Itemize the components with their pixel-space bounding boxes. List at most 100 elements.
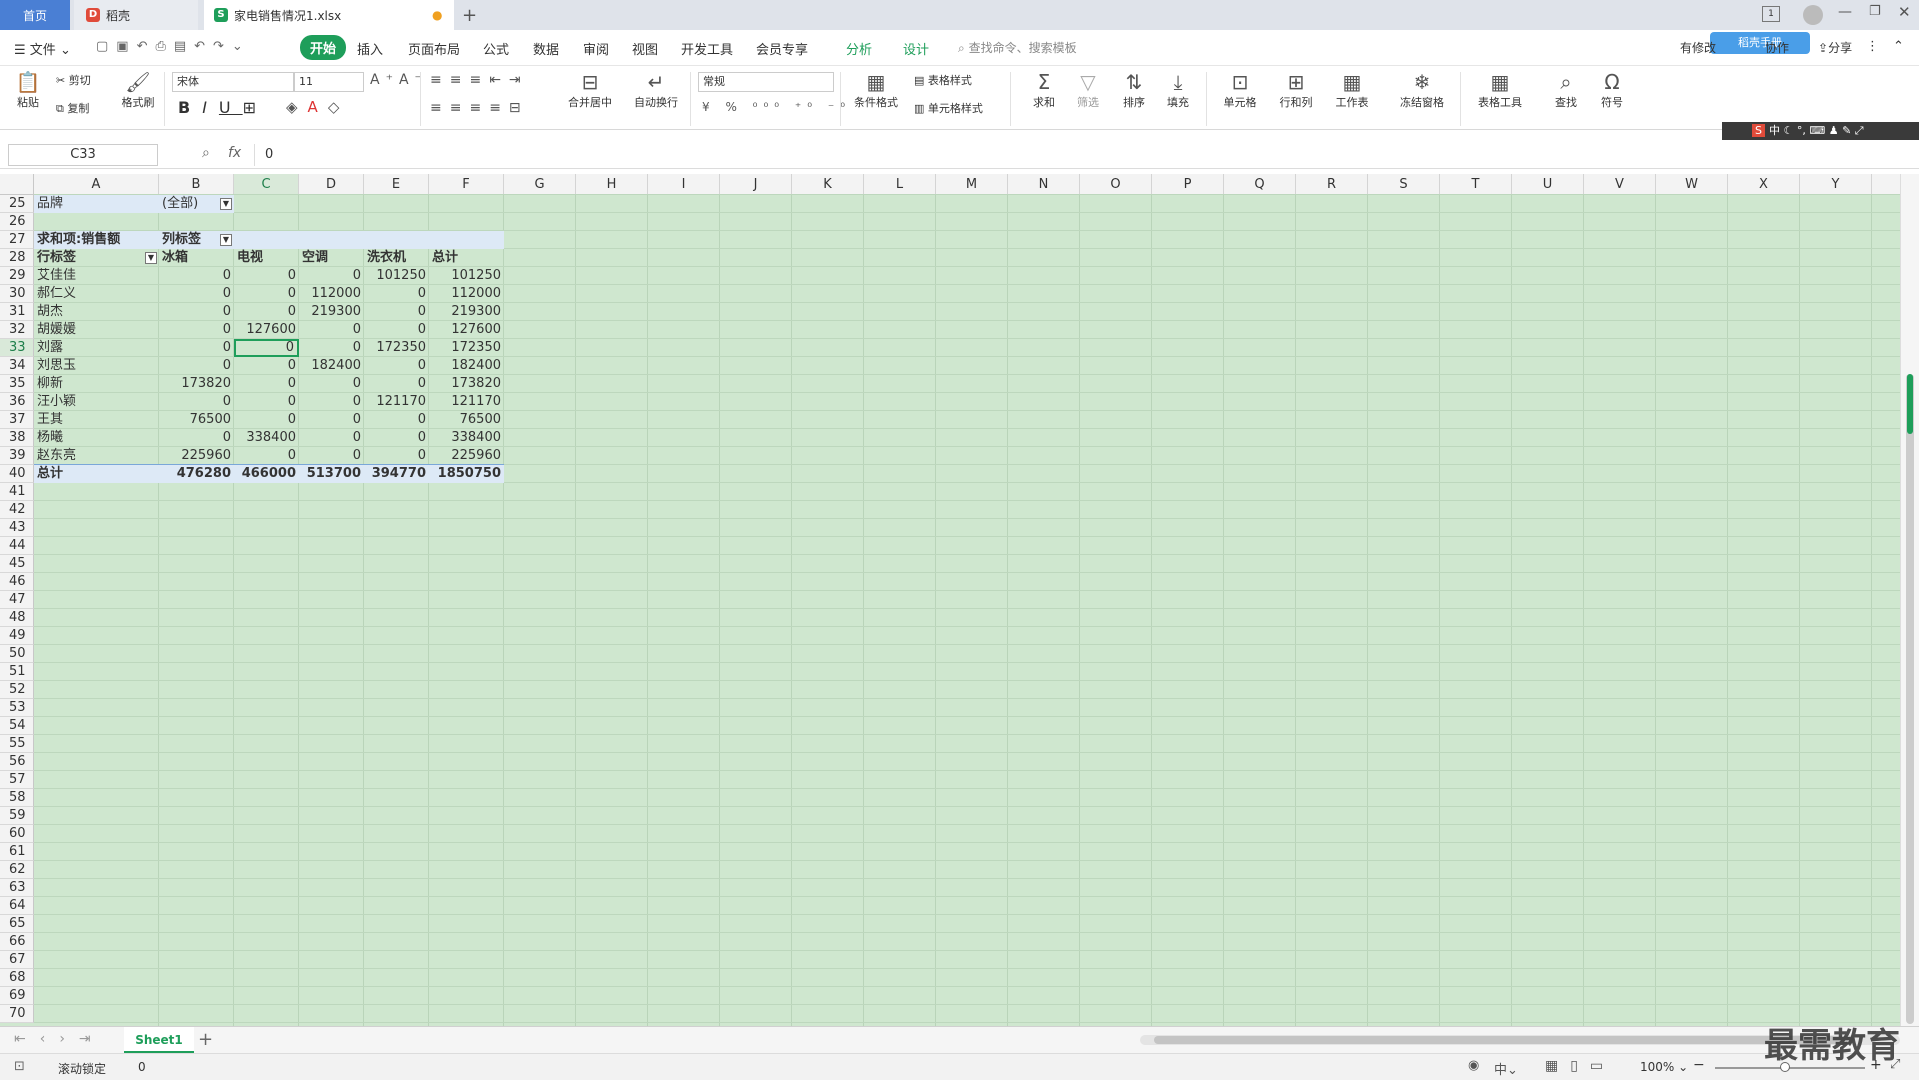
halign-buttons[interactable]: ≡≡≡≡⊟ xyxy=(430,100,529,116)
row-header[interactable]: 34 xyxy=(0,357,34,375)
pivot-row-name[interactable]: 赵东亮 xyxy=(34,447,159,465)
pivot-value-cell[interactable]: 0 xyxy=(299,267,364,285)
pivot-column-header[interactable]: 电视 xyxy=(234,249,299,267)
fill-font-color-buttons[interactable]: ◈A◇ xyxy=(286,98,349,116)
pivot-value-cell[interactable]: 172350 xyxy=(429,339,504,357)
ime-toolbar[interactable]: S中 ☾ °, ⌨ ♟ ✎ ⤢ xyxy=(1722,122,1919,140)
pivot-value-cell[interactable]: 0 xyxy=(364,321,429,339)
menu-start[interactable]: 开始 xyxy=(300,35,347,60)
sort-button[interactable]: ⇅ 排序 xyxy=(1116,70,1152,110)
row-header[interactable]: 68 xyxy=(0,969,34,987)
row-header[interactable]: 27 xyxy=(0,231,34,249)
freeze-panes-button[interactable]: ❄ 冻结窗格 xyxy=(1392,70,1452,110)
format-painter-button[interactable]: 🖌 格式刷 xyxy=(118,70,158,110)
horizontal-scroll-thumb[interactable] xyxy=(1154,1036,1854,1044)
pivot-value-cell[interactable]: 173820 xyxy=(159,375,234,393)
pivot-row-name[interactable]: 艾佳佳 xyxy=(34,267,159,285)
row-header[interactable]: 29 xyxy=(0,267,34,285)
pivot-value-cell[interactable]: 182400 xyxy=(429,357,504,375)
row-header[interactable]: 28 xyxy=(0,249,34,267)
font-name-select[interactable]: 宋体 xyxy=(172,72,294,92)
pivot-value-cell[interactable]: 172350 xyxy=(364,339,429,357)
row-header[interactable]: 70 xyxy=(0,1005,34,1023)
row-header[interactable]: 55 xyxy=(0,735,34,753)
pivot-value-cell[interactable]: 121170 xyxy=(429,393,504,411)
row-header[interactable]: 41 xyxy=(0,483,34,501)
column-header[interactable]: N xyxy=(1008,174,1080,195)
filter-dropdown-icon[interactable]: ▼ xyxy=(220,198,232,210)
column-header[interactable]: M xyxy=(936,174,1008,195)
pivot-value-cell[interactable]: 0 xyxy=(234,393,299,411)
pivot-column-header[interactable]: 冰箱 xyxy=(159,249,234,267)
pivot-value-cell[interactable]: 0 xyxy=(159,393,234,411)
pivot-row-name[interactable]: 刘露 xyxy=(34,339,159,357)
table-style-button[interactable]: ▤ 表格样式 xyxy=(914,72,972,88)
pivot-value-cell[interactable]: 0 xyxy=(234,285,299,303)
row-header[interactable]: 30 xyxy=(0,285,34,303)
row-header[interactable]: 48 xyxy=(0,609,34,627)
more-icon[interactable]: ⋮ xyxy=(1866,39,1879,54)
row-header[interactable]: 50 xyxy=(0,645,34,663)
pivot-value-cell[interactable]: 0 xyxy=(159,339,234,357)
pivot-value-cell[interactable]: 225960 xyxy=(159,447,234,465)
pivot-value-cell[interactable]: 173820 xyxy=(429,375,504,393)
pivot-row-name[interactable]: 郝仁义 xyxy=(34,285,159,303)
row-col-button[interactable]: ⊞ 行和列 xyxy=(1272,70,1320,110)
column-header[interactable]: H xyxy=(576,174,648,195)
pivot-value-cell[interactable]: 127600 xyxy=(429,321,504,339)
row-header[interactable]: 37 xyxy=(0,411,34,429)
row-filter-dropdown-icon[interactable]: ▼ xyxy=(145,252,157,264)
zoom-out-icon[interactable]: − xyxy=(1693,1057,1705,1073)
column-header[interactable]: P xyxy=(1152,174,1224,195)
column-header[interactable]: K xyxy=(792,174,864,195)
pivot-column-header[interactable]: 空调 xyxy=(299,249,364,267)
copy-button[interactable]: ⧉ 复制 xyxy=(56,100,89,116)
pivot-header-fill[interactable] xyxy=(364,231,429,249)
row-header[interactable]: 67 xyxy=(0,951,34,969)
pivot-value-cell[interactable]: 0 xyxy=(364,447,429,465)
pivot-total-cell[interactable]: 476280 xyxy=(159,465,234,483)
menu-analyze[interactable]: 分析 xyxy=(846,39,872,58)
find-button[interactable]: ⌕ 查找 xyxy=(1548,70,1584,110)
fill-button[interactable]: ⤓ 填充 xyxy=(1160,70,1196,110)
column-header[interactable]: C xyxy=(234,174,299,195)
quick-access-icons[interactable]: ▢▣↶⎙▤↶↷⌄ xyxy=(96,39,251,54)
select-all-corner[interactable] xyxy=(0,174,34,195)
pivot-header-fill[interactable] xyxy=(429,231,504,249)
row-header[interactable]: 52 xyxy=(0,681,34,699)
pivot-value-cell[interactable]: 338400 xyxy=(429,429,504,447)
pivot-value-cell[interactable]: 0 xyxy=(159,285,234,303)
pivot-value-cell[interactable]: 0 xyxy=(299,429,364,447)
pivot-value-cell[interactable]: 0 xyxy=(299,393,364,411)
pivot-value-cell[interactable]: 0 xyxy=(364,303,429,321)
pivot-row-name[interactable]: 胡媛媛 xyxy=(34,321,159,339)
pivot-value-cell[interactable]: 0 xyxy=(299,375,364,393)
restore-icon[interactable]: ❐ xyxy=(1869,4,1881,19)
pivot-value-cell[interactable]: 0 xyxy=(364,411,429,429)
pivot-row-name[interactable]: 胡杰 xyxy=(34,303,159,321)
font-size-select[interactable]: 11 xyxy=(294,72,364,92)
column-header[interactable]: B xyxy=(159,174,234,195)
wrap-text-button[interactable]: ↵ 自动换行 xyxy=(628,70,684,110)
row-header[interactable]: 65 xyxy=(0,915,34,933)
row-header[interactable]: 54 xyxy=(0,717,34,735)
row-header[interactable]: 25 xyxy=(0,195,34,213)
cell-style-button[interactable]: ▥ 单元格样式 xyxy=(914,100,983,116)
pivot-row-name[interactable]: 柳新 xyxy=(34,375,159,393)
pivot-value-cell[interactable]: 225960 xyxy=(429,447,504,465)
row-header[interactable]: 35 xyxy=(0,375,34,393)
row-header[interactable]: 64 xyxy=(0,897,34,915)
pivot-row-name[interactable]: 汪小颖 xyxy=(34,393,159,411)
row-header[interactable]: 63 xyxy=(0,879,34,897)
unsynced-status[interactable]: 有修改 xyxy=(1680,39,1716,56)
table-tools-button[interactable]: ▦ 表格工具 xyxy=(1470,70,1530,110)
pivot-column-header[interactable]: 总计 xyxy=(429,249,504,267)
paste-button[interactable]: 📋 粘贴 xyxy=(10,70,46,110)
pivot-value-cell[interactable]: 0 xyxy=(159,321,234,339)
pivot-row-name[interactable]: 刘思玉 xyxy=(34,357,159,375)
sheet-nav-icons[interactable]: ⇤‹›⇥ xyxy=(14,1031,105,1047)
macro-record-icon[interactable]: ⊡ xyxy=(14,1059,25,1074)
column-header[interactable]: D xyxy=(299,174,364,195)
sheet-tab[interactable]: Sheet1 xyxy=(124,1027,194,1053)
tab-file[interactable]: S 家电销售情况1.xlsx ● xyxy=(204,0,454,30)
